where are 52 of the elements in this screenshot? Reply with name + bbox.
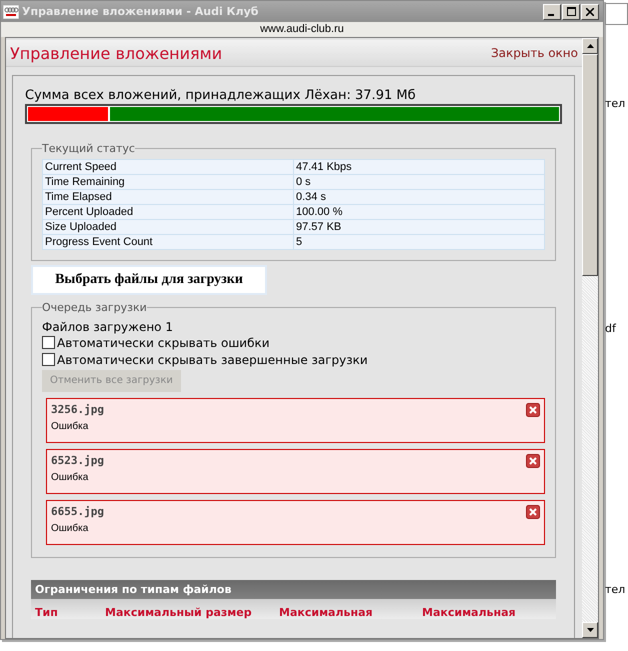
table-cell: 0.34 s bbox=[294, 190, 544, 204]
table-cell: Size Uploaded bbox=[42, 220, 294, 234]
file-name: 6655.jpg bbox=[51, 505, 104, 518]
table-cell: Percent Uploaded bbox=[42, 204, 294, 220]
table-cell: Progress Event Count bbox=[42, 234, 294, 250]
background-text: тел bbox=[605, 97, 626, 110]
storage-summary: Сумма всех вложений, принадлежащих Лёхан: 37.91 Мб bbox=[25, 88, 417, 103]
table-cell: Current Speed bbox=[42, 160, 294, 174]
minimize-icon bbox=[548, 14, 554, 16]
table-cell: Time Elapsed bbox=[42, 190, 294, 204]
select-files-button[interactable]: Выбрать файлы для загрузки bbox=[31, 265, 267, 295]
page-heading: Управление вложениями bbox=[10, 44, 222, 62]
checkbox[interactable] bbox=[42, 353, 55, 366]
checkbox-label: Автоматически скрывать завершенные загрузки bbox=[57, 352, 368, 366]
column-header: Тип bbox=[35, 606, 59, 618]
file-status: Ошибка bbox=[51, 472, 90, 482]
remove-icon[interactable] bbox=[526, 504, 540, 518]
section-header: Ограничения по типам файлов bbox=[31, 580, 556, 598]
file-name: 6523.jpg bbox=[51, 454, 104, 467]
close-window-link[interactable]: Закрыть окно bbox=[490, 46, 578, 60]
background-text: df bbox=[605, 322, 618, 335]
column-header: Максимальная bbox=[422, 606, 516, 618]
down-arrow-icon[interactable] bbox=[586, 628, 594, 632]
close-button[interactable] bbox=[581, 4, 599, 20]
file-name: 3256.jpg bbox=[51, 403, 104, 416]
checkbox[interactable] bbox=[42, 336, 55, 349]
group-legend: Очередь загрузки bbox=[42, 301, 147, 314]
remove-icon[interactable] bbox=[526, 454, 540, 468]
table-cell: Time Remaining bbox=[42, 174, 294, 190]
up-arrow-icon[interactable] bbox=[586, 44, 594, 48]
column-header: Максимальная bbox=[279, 606, 374, 618]
group-legend: Текущий статус bbox=[42, 142, 135, 155]
url-text: www.audi-club.ru bbox=[260, 23, 344, 35]
maximize-icon bbox=[566, 7, 576, 16]
column-header: Максимальный размер bbox=[105, 606, 253, 618]
close-icon bbox=[586, 8, 594, 16]
logo-icon bbox=[3, 4, 19, 18]
table-cell: 5 bbox=[294, 234, 544, 250]
table-cell: 100.00 % bbox=[294, 204, 544, 220]
maximize-button[interactable] bbox=[562, 4, 580, 20]
remove-icon[interactable] bbox=[526, 402, 540, 416]
minimize-button[interactable] bbox=[543, 4, 561, 20]
checkbox-label: Автоматически скрывать ошибки bbox=[57, 336, 270, 350]
table-cell: 47.41 Kbps bbox=[294, 160, 544, 174]
file-status: Ошибка bbox=[51, 420, 90, 432]
background-text: тел bbox=[605, 583, 626, 596]
file-status: Ошибка bbox=[51, 522, 90, 534]
table-cell: 0 s bbox=[294, 174, 544, 190]
upload-count: Файлов загружено 1 bbox=[42, 320, 174, 334]
window-title: Управление вложениями - Audi Клуб bbox=[22, 5, 260, 18]
table-cell: 97.57 KB bbox=[294, 220, 544, 234]
scrollbar[interactable] bbox=[582, 38, 598, 638]
